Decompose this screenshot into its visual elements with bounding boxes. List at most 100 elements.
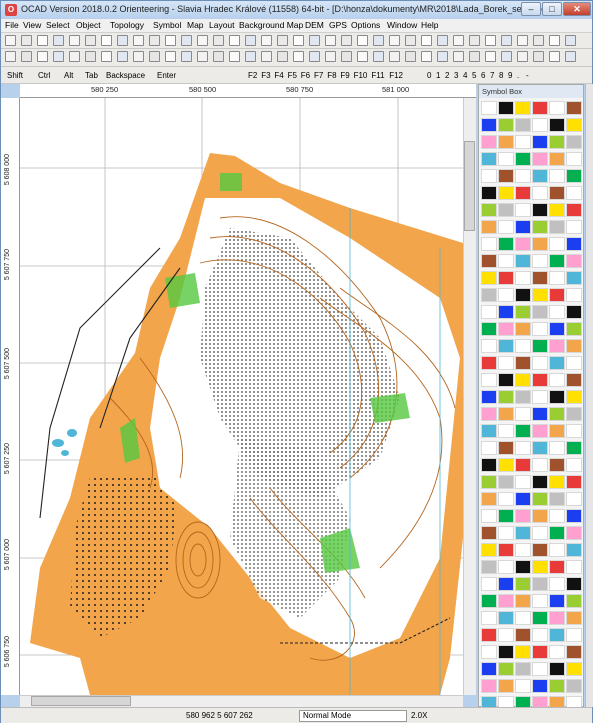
menu-dem[interactable]: DEM [305, 20, 324, 30]
symbol-swatch[interactable] [549, 407, 565, 421]
symbol-swatch[interactable] [515, 322, 531, 336]
symbol-swatch[interactable] [549, 577, 565, 591]
symbol-swatch[interactable] [532, 152, 548, 166]
symbol-swatch[interactable] [566, 526, 582, 540]
symbol-swatch[interactable] [549, 135, 565, 149]
key-button-digit[interactable]: 3 [454, 71, 458, 80]
symbol-swatch[interactable] [566, 152, 582, 166]
symbol-swatch[interactable] [566, 169, 582, 183]
symbol-swatch[interactable] [549, 339, 565, 353]
symbol-swatch[interactable] [481, 679, 497, 693]
symbol-swatch[interactable] [515, 254, 531, 268]
symbol-swatch[interactable] [532, 356, 548, 370]
symbol-swatch[interactable] [566, 458, 582, 472]
menu-window[interactable]: Window [387, 20, 417, 30]
symbol-swatch[interactable] [515, 305, 531, 319]
toolbar-tool-icon[interactable] [69, 35, 80, 46]
toolbar-tool-icon[interactable] [501, 51, 512, 62]
toolbar-tool-icon[interactable] [485, 51, 496, 62]
symbol-swatch[interactable] [481, 594, 497, 608]
symbol-swatch[interactable] [566, 662, 582, 676]
symbol-swatch[interactable] [566, 118, 582, 132]
symbol-swatch[interactable] [515, 271, 531, 285]
key-button-f7[interactable]: F7 [314, 71, 323, 80]
symbol-swatch[interactable] [566, 543, 582, 557]
symbol-swatch[interactable] [515, 492, 531, 506]
toolbar-tool-icon[interactable] [469, 35, 480, 46]
close-button[interactable]: ✕ [563, 2, 591, 16]
symbol-swatch[interactable] [481, 492, 497, 506]
menu-background-map[interactable]: Background Map [239, 20, 303, 30]
key-button-f9[interactable]: F9 [340, 71, 349, 80]
symbol-swatch[interactable] [481, 475, 497, 489]
toolbar-tool-icon[interactable] [229, 35, 240, 46]
symbol-swatch[interactable] [549, 305, 565, 319]
symbol-swatch[interactable] [498, 237, 514, 251]
toolbar-tool-icon[interactable] [213, 51, 224, 62]
symbol-swatch[interactable] [498, 458, 514, 472]
toolbar-tool-icon[interactable] [341, 35, 352, 46]
toolbar-tool-icon[interactable] [517, 51, 528, 62]
symbol-swatch[interactable] [532, 475, 548, 489]
symbol-swatch[interactable] [481, 441, 497, 455]
symbol-swatch[interactable] [498, 373, 514, 387]
key-button-digit[interactable]: 6 [481, 71, 485, 80]
key-button-f11[interactable]: F11 [371, 71, 384, 80]
symbol-swatch[interactable] [549, 271, 565, 285]
symbol-swatch[interactable] [515, 373, 531, 387]
symbol-swatch[interactable] [515, 594, 531, 608]
symbol-swatch[interactable] [549, 322, 565, 336]
symbol-swatch[interactable] [481, 560, 497, 574]
symbol-swatch[interactable] [532, 441, 548, 455]
toolbar-tool-icon[interactable] [69, 51, 80, 62]
symbol-swatch[interactable] [532, 322, 548, 336]
symbol-swatch[interactable] [481, 611, 497, 625]
key-button-digit[interactable]: 8 [499, 71, 503, 80]
symbol-swatch[interactable] [481, 169, 497, 183]
symbol-swatch[interactable] [481, 322, 497, 336]
symbol-swatch[interactable] [515, 101, 531, 115]
toolbar-tool-icon[interactable] [101, 35, 112, 46]
symbol-swatch[interactable] [515, 424, 531, 438]
symbol-swatch[interactable] [566, 679, 582, 693]
symbol-swatch[interactable] [566, 101, 582, 115]
symbol-swatch[interactable] [498, 645, 514, 659]
menu-options[interactable]: Options [351, 20, 380, 30]
key-button-f8[interactable]: F8 [327, 71, 336, 80]
toolbar-tool-icon[interactable] [21, 51, 32, 62]
toolbar-tool-icon[interactable] [85, 35, 96, 46]
symbol-swatch[interactable] [532, 186, 548, 200]
key-button-f5[interactable]: F5 [288, 71, 297, 80]
toolbar-tool-icon[interactable] [325, 35, 336, 46]
toolbar-tool-icon[interactable] [53, 35, 64, 46]
toolbar-tool-icon[interactable] [373, 35, 384, 46]
symbol-swatch[interactable] [498, 152, 514, 166]
symbol-swatch[interactable] [481, 424, 497, 438]
key-button-alt[interactable]: Alt [64, 71, 73, 80]
symbol-box-scrollbar[interactable] [585, 84, 593, 707]
symbol-swatch[interactable] [481, 628, 497, 642]
symbol-swatch[interactable] [481, 152, 497, 166]
symbol-swatch[interactable] [532, 526, 548, 540]
menu-select[interactable]: Select [46, 20, 70, 30]
symbol-swatch[interactable] [532, 305, 548, 319]
symbol-swatch[interactable] [566, 390, 582, 404]
symbol-swatch[interactable] [566, 492, 582, 506]
symbol-swatch[interactable] [515, 118, 531, 132]
symbol-swatch[interactable] [481, 356, 497, 370]
toolbar-tool-icon[interactable] [229, 51, 240, 62]
key-button-shift[interactable]: Shift [7, 71, 23, 80]
symbol-swatch[interactable] [532, 169, 548, 183]
symbol-swatch[interactable] [532, 458, 548, 472]
toolbar-tool-icon[interactable] [85, 51, 96, 62]
symbol-swatch[interactable] [481, 526, 497, 540]
key-button-digit[interactable]: 7 [490, 71, 494, 80]
symbol-swatch[interactable] [498, 424, 514, 438]
symbol-swatch[interactable] [498, 560, 514, 574]
toolbar-tool-icon[interactable] [53, 51, 64, 62]
toolbar-tool-icon[interactable] [405, 51, 416, 62]
key-button-f12[interactable]: F12 [389, 71, 403, 80]
symbol-swatch[interactable] [498, 135, 514, 149]
symbol-swatch[interactable] [498, 441, 514, 455]
key-button-digit[interactable]: 9 [508, 71, 512, 80]
